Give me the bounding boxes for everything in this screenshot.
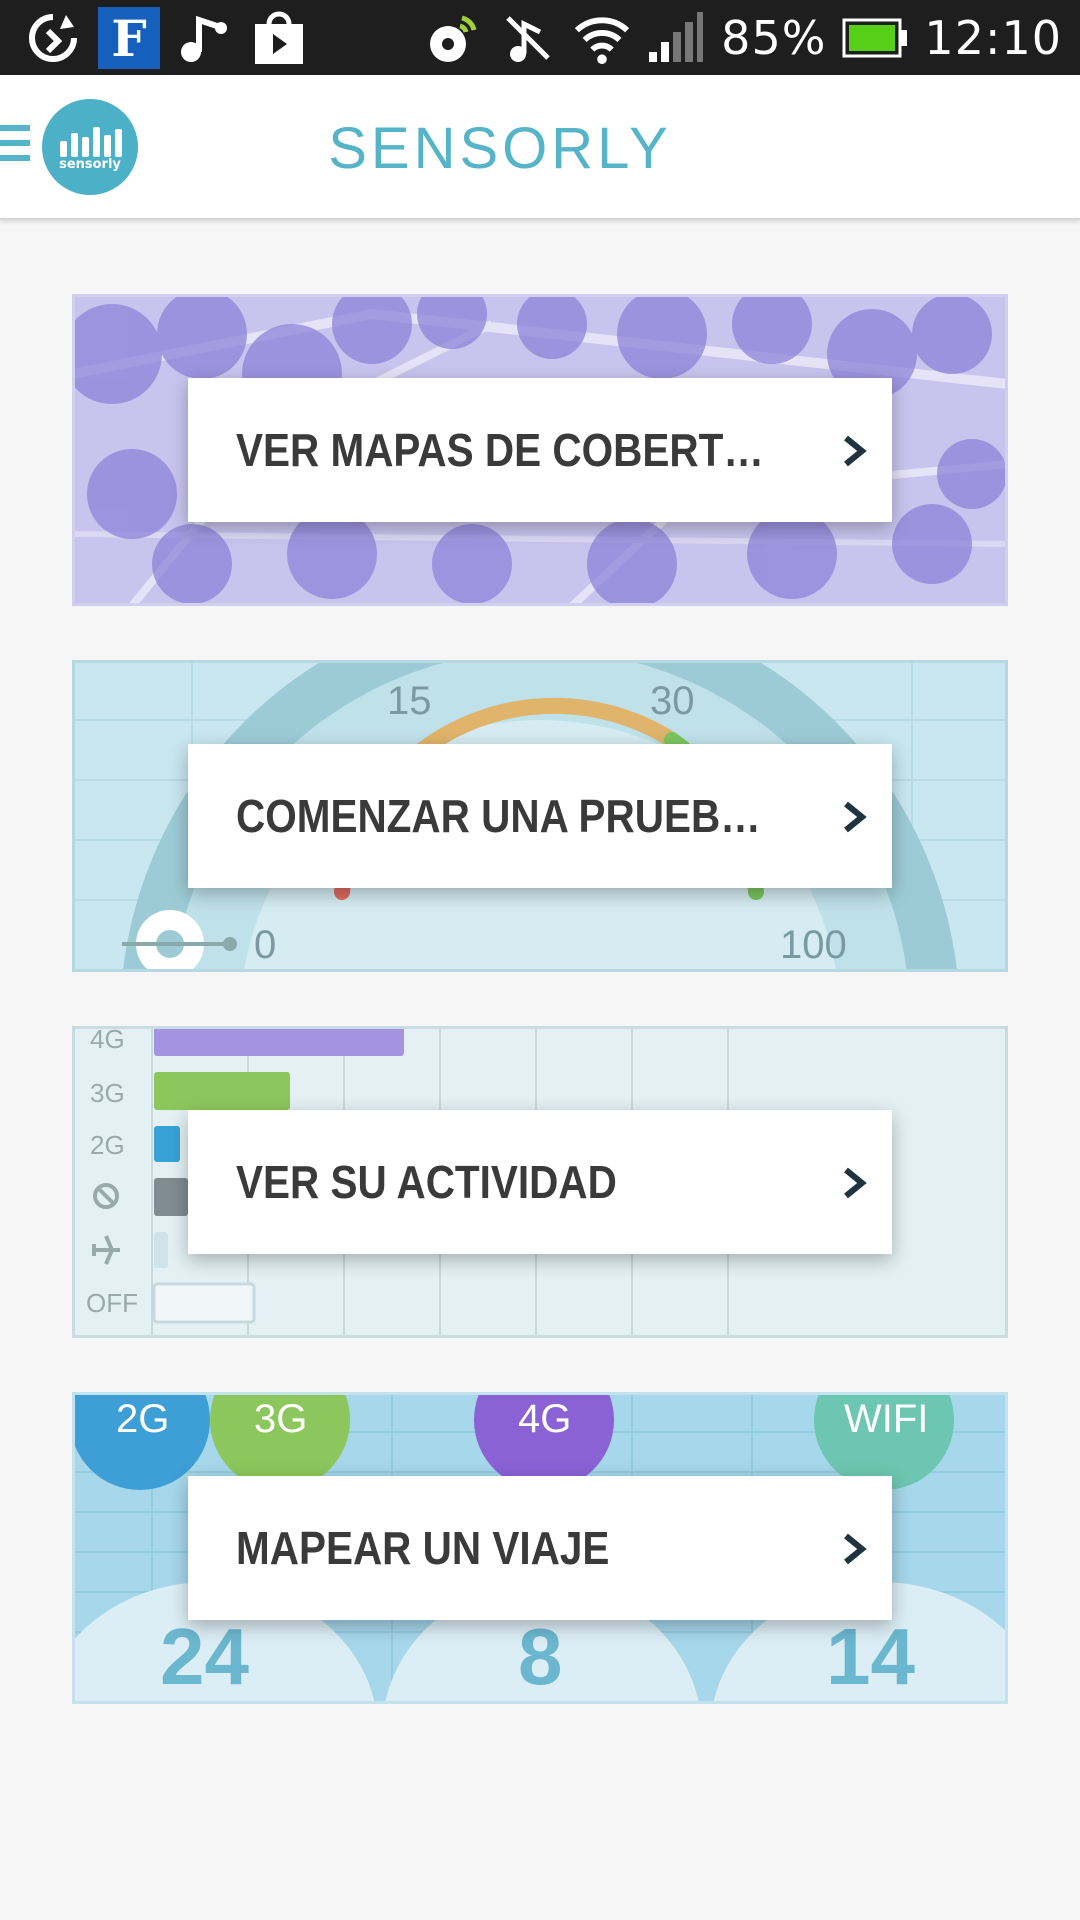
bubble-3g: 3G <box>254 1397 307 1441</box>
app-title: SENSORLY <box>328 116 672 181</box>
activity-row-off: OFF <box>86 1288 138 1318</box>
gauge-label-30: 30 <box>650 679 695 723</box>
music-icon <box>176 9 234 67</box>
bubble-2g: 2G <box>116 1397 169 1441</box>
bubble-4g: 4G <box>518 1397 571 1441</box>
gauge-label-0: 0 <box>254 923 276 967</box>
mute-icon <box>499 9 557 67</box>
count-2g: 24 <box>160 1612 249 1701</box>
f-app-icon: F <box>98 7 160 69</box>
status-bar: F 85% 12:10 <box>0 0 1080 75</box>
play-store-icon <box>250 9 308 67</box>
activity-row-2g: 2G <box>90 1130 125 1160</box>
count-wifi: 14 <box>826 1612 915 1701</box>
coverage-map-card[interactable]: VER MAPAS DE COBERTURA <box>72 294 1008 606</box>
app-bar: sensorly SENSORLY <box>0 75 1080 220</box>
trip-map-button[interactable]: MAPEAR UN VIAJE <box>188 1476 892 1620</box>
cell-signal-icon <box>647 9 705 67</box>
speed-test-label: COMENZAR UNA PRUEBA DE VEL... <box>236 790 782 842</box>
signal-tower-icon <box>425 9 483 67</box>
bubble-wifi: WIFI <box>844 1397 928 1441</box>
sync-icon <box>24 9 82 67</box>
chevron-right-icon <box>844 1533 867 1565</box>
gauge-label-100: 100 <box>780 923 847 967</box>
status-left-icons: F <box>24 7 308 69</box>
speed-test-button[interactable]: COMENZAR UNA PRUEBA DE VEL... <box>188 744 892 888</box>
clock: 12:10 <box>924 11 1062 65</box>
battery-icon <box>842 9 908 67</box>
activity-row-3g: 3G <box>90 1078 125 1108</box>
coverage-map-button[interactable]: VER MAPAS DE COBERTURA <box>188 378 892 522</box>
activity-row-4g: 4G <box>90 1026 125 1054</box>
chevron-right-icon <box>844 1167 867 1199</box>
battery-percent: 85% <box>721 11 827 65</box>
gauge-label-15: 15 <box>387 679 432 723</box>
activity-button[interactable]: VER SU ACTIVIDAD <box>188 1110 892 1254</box>
count-4g: 8 <box>518 1612 563 1701</box>
activity-card[interactable]: 4G 3G 2G OFF VER SU ACTIVIDAD <box>72 1026 1008 1338</box>
activity-label: VER SU ACTIVIDAD <box>236 1156 617 1208</box>
trip-map-label: MAPEAR UN VIAJE <box>236 1522 610 1574</box>
speed-test-card[interactable]: 15 30 0 100 COMENZAR UNA PRUEBA DE VEL..… <box>72 660 1008 972</box>
status-right-icons: 85% 12:10 <box>425 8 1062 68</box>
wifi-icon <box>573 9 631 67</box>
chevron-right-icon <box>844 801 867 833</box>
coverage-map-label: VER MAPAS DE COBERTURA <box>236 424 782 476</box>
trip-map-card[interactable]: 2G 3G 4G WIFI 24 8 14 MAPEAR UN VIAJE <box>72 1392 1008 1704</box>
chevron-right-icon <box>844 435 867 467</box>
